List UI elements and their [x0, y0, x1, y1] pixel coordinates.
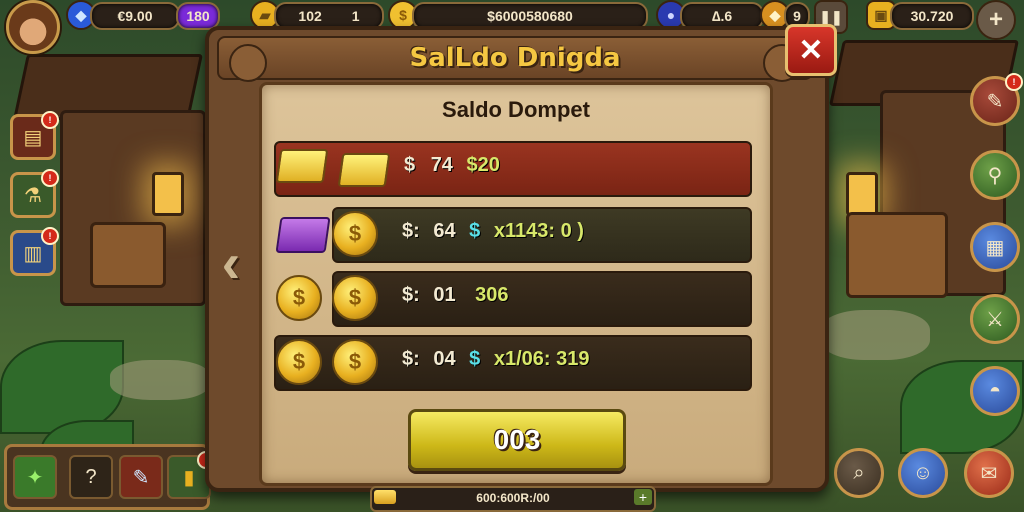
row-background [332, 271, 752, 327]
pin-icon: ⚲ [987, 164, 1003, 187]
hint-slot[interactable]: ? [69, 455, 113, 499]
potion-button[interactable]: ⚗ ! [10, 169, 59, 218]
sword-icon: ⚔ [986, 308, 1004, 331]
cards-icon: ▥ [23, 242, 43, 265]
row-amount: 64 [433, 220, 456, 242]
gold-bars-value: 102 [298, 8, 322, 24]
green-crystal-icon: ✦ [26, 466, 44, 489]
row-label: $ [404, 154, 416, 176]
add-plus-icon[interactable]: + [634, 489, 652, 505]
progress-text: 600:600R:/00 [476, 491, 550, 505]
wallet-dialog: SalLdo Dnigda ✕ ‹ Saldo Dompet $ 74 $20 … [205, 24, 837, 492]
left-lantern [152, 172, 184, 216]
row-amount: 74 [430, 154, 453, 176]
scroll-ornament-left [229, 44, 267, 82]
tool-slot[interactable]: ✎ [119, 455, 163, 499]
stone-path [110, 360, 210, 400]
map-pin-button[interactable]: ⚲ [970, 150, 1020, 200]
cards-button[interactable]: ▥ ! [10, 227, 59, 276]
coin-stack-icon: $ [332, 275, 378, 321]
search-button[interactable]: ⌕ [834, 448, 884, 498]
row-extra: x1143: 0 ) [493, 220, 584, 242]
mail-icon: ✉ [980, 462, 998, 485]
row-label: $: [402, 348, 420, 370]
chevron-left-icon: ‹ [221, 230, 241, 294]
experience-progress-bar: 600:600R:/00 + [370, 486, 656, 512]
wallet-subtitle: Saldo Dompet [442, 97, 590, 122]
tool-icon: ✎ [132, 466, 150, 489]
currency-1-value: €9.00 [90, 2, 180, 30]
row-text: $ 74 $20 [404, 154, 500, 177]
fish-button[interactable]: ◓ [970, 366, 1020, 416]
right-lantern [846, 172, 878, 216]
row-text: $: 01 306 [402, 284, 509, 307]
gold-bars-side: 1 [351, 8, 360, 24]
wallet-row[interactable]: $ $ $: 01 306 [274, 271, 752, 327]
confirm-button[interactable]: 003 [408, 409, 626, 471]
add-plus-icon[interactable]: + [976, 0, 1016, 40]
wallet-row[interactable]: $ $: 64 $ x1143: 0 ) [274, 207, 752, 263]
fish-icon: ◓ [988, 379, 1002, 402]
search-icon: ⌕ [853, 461, 865, 484]
jar-icon: ▮ [183, 466, 195, 489]
coin-stack-icon: $ [332, 339, 378, 385]
wallet-panel: Saldo Dompet $ 74 $20 $ $: 64 $ x1143: 0… [259, 82, 773, 486]
question-icon: ? [85, 465, 97, 488]
potion-icon: ⚗ [24, 184, 42, 207]
pet-button[interactable]: ☺ [898, 448, 948, 498]
left-crate [90, 222, 166, 288]
coin-icon: $ [276, 339, 322, 385]
gold-bar-icon [337, 153, 391, 187]
wallet-row[interactable]: $ 74 $20 [274, 141, 752, 197]
treasure-value: 30.720 [890, 2, 974, 30]
row-label: $: [402, 220, 420, 242]
prev-page-button[interactable]: ‹ [215, 230, 247, 294]
bottom-inventory-bar: ✦ ? ✎ ▮ ! [4, 444, 215, 510]
notification-badge: ! [41, 227, 59, 245]
row-amount: 01 [433, 284, 456, 306]
row-value: $ [469, 220, 481, 242]
dialog-title: SalLdo Dnigda [409, 43, 621, 73]
book-button[interactable]: ▦ [970, 222, 1020, 272]
wallet-row[interactable]: $ $ $: 04 $ x1/06: 319 [274, 335, 752, 391]
notification-badge: ! [41, 169, 59, 187]
close-icon: ✕ [798, 33, 824, 67]
crystal-slot[interactable]: ✦ [13, 455, 57, 499]
row-value: $ [469, 348, 481, 370]
coin-icon: $ [276, 275, 322, 321]
treasure-chest [846, 212, 948, 298]
player-avatar[interactable] [6, 0, 60, 54]
dialog-header: SalLdo Dnigda [217, 36, 813, 82]
quest-scroll-button[interactable]: ▤ ! [10, 111, 59, 160]
coin-stack-icon: $ [332, 211, 378, 257]
torch-icon: ✎ [986, 90, 1004, 113]
mail-button[interactable]: ✉ [964, 448, 1014, 498]
row-amount: 04 [433, 348, 456, 370]
row-extra: x1/06: 319 [493, 348, 590, 370]
row-value: 306 [475, 284, 509, 306]
notification-badge: ! [41, 111, 59, 129]
close-button[interactable]: ✕ [785, 24, 837, 76]
cat-icon: ☺ [912, 461, 934, 484]
book-icon: ▦ [985, 236, 1005, 259]
row-value: $20 [466, 154, 500, 176]
purple-gem-bar-icon [275, 217, 331, 253]
torch-button[interactable]: ✎ ! [970, 73, 1023, 126]
row-label: $: [402, 284, 420, 306]
row-text: $: 04 $ x1/06: 319 [402, 348, 590, 371]
gold-bar-icon [275, 149, 329, 183]
row-text: $: 64 $ x1143: 0 ) [402, 220, 584, 243]
stone-path [820, 310, 930, 360]
notification-badge: ! [1005, 73, 1023, 91]
scroll-icon: ▤ [23, 126, 43, 149]
weapon-button[interactable]: ⚔ [970, 294, 1020, 344]
